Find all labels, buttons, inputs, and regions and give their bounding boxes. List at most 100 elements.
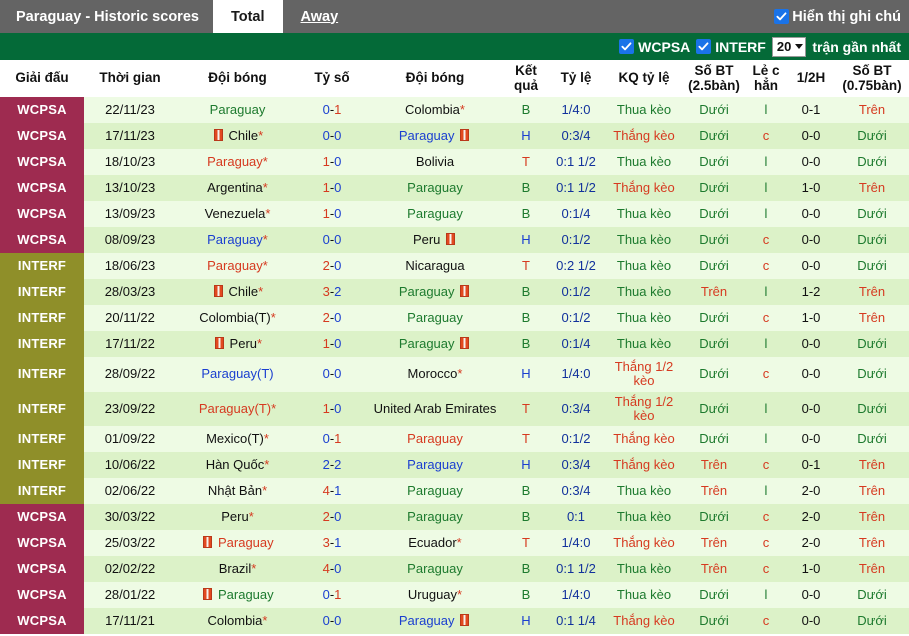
team-name[interactable]: Paraguay — [399, 336, 455, 351]
col-header-handicap[interactable]: Tỷ lệ — [547, 60, 605, 98]
table-row[interactable]: INTERF 23/09/22 Paraguay(T)* 1-0 United Arab… — [0, 391, 909, 427]
team-name[interactable]: Paraguay — [407, 457, 463, 472]
league-badge[interactable]: WCPSA — [0, 556, 84, 583]
away-team-cell[interactable]: Paraguay — [365, 201, 505, 228]
away-team-cell[interactable]: Paraguay — [365, 608, 505, 635]
col-header-half-time[interactable]: 1/2H — [787, 60, 835, 98]
league-badge[interactable]: WCPSA — [0, 608, 84, 635]
home-team-cell[interactable]: Venezuela* — [176, 201, 299, 228]
team-name[interactable]: Venezuela — [205, 206, 266, 221]
show-notes-control[interactable]: Hiển thị ghi chú — [774, 0, 909, 33]
home-team-cell[interactable]: Colombia* — [176, 608, 299, 635]
league-badge[interactable]: INTERF — [0, 478, 84, 505]
team-name[interactable]: Paraguay(T) — [199, 401, 271, 416]
col-header-total-075[interactable]: Số BT (0.75bàn) — [835, 60, 909, 98]
table-row[interactable]: WCPSA 17/11/21 Colombia* 0-0 Paraguay H 0:1 1… — [0, 608, 909, 635]
col-header-odd-even[interactable]: Lẻ c hẳn — [745, 60, 787, 98]
league-badge[interactable]: WCPSA — [0, 227, 84, 254]
col-header-time[interactable]: Thời gian — [84, 60, 176, 98]
table-row[interactable]: WCPSA 22/11/23 Paraguay 0-1 Colombia* B 1/4:0 T… — [0, 97, 909, 124]
away-team-cell[interactable]: Paraguay — [365, 452, 505, 479]
team-name[interactable]: Uruguay — [408, 587, 457, 602]
table-row[interactable]: WCPSA 18/10/23 Paraguay* 1-0 Bolivia T 0:1 1/2… — [0, 149, 909, 176]
team-name[interactable]: Morocco — [408, 366, 458, 381]
team-name[interactable]: Paraguay — [407, 483, 463, 498]
away-team-cell[interactable]: Paraguay — [365, 175, 505, 202]
team-name[interactable]: Paraguay(T) — [201, 366, 273, 381]
team-name[interactable]: Argentina — [207, 180, 263, 195]
away-team-cell[interactable]: Paraguay — [365, 123, 505, 150]
away-team-cell[interactable]: Peru — [365, 227, 505, 254]
team-name[interactable]: Paraguay — [407, 561, 463, 576]
team-name[interactable]: Paraguay — [218, 535, 274, 550]
col-header-handicap-result[interactable]: KQ tỷ lệ — [605, 60, 683, 98]
home-team-cell[interactable]: Argentina* — [176, 175, 299, 202]
table-row[interactable]: WCPSA 08/09/23 Paraguay* 0-0 Peru H 0:1/2 Thua… — [0, 227, 909, 254]
table-row[interactable]: WCPSA 30/03/22 Peru* 2-0 Paraguay B 0:1 Thua kè… — [0, 504, 909, 531]
league-badge[interactable]: WCPSA — [0, 504, 84, 531]
interf-checkbox[interactable] — [696, 39, 712, 54]
home-team-cell[interactable]: Mexico(T)* — [176, 426, 299, 453]
team-name[interactable]: Nicaragua — [405, 258, 464, 273]
away-team-cell[interactable]: Paraguay — [365, 279, 505, 306]
team-name[interactable]: Bolivia — [416, 154, 454, 169]
league-badge[interactable]: WCPSA — [0, 149, 84, 176]
home-team-cell[interactable]: Paraguay* — [176, 227, 299, 254]
team-name[interactable]: Paraguay — [407, 310, 463, 325]
home-team-cell[interactable]: Paraguay — [176, 582, 299, 609]
col-header-result[interactable]: Kết quả — [505, 60, 547, 98]
table-row[interactable]: INTERF 17/11/22 Peru* 1-0 Paraguay B 0:1/4 Th… — [0, 331, 909, 358]
team-name[interactable]: Brazil — [219, 561, 252, 576]
tab-away[interactable]: Away — [283, 0, 357, 33]
home-team-cell[interactable]: Brazil* — [176, 556, 299, 583]
show-notes-checkbox[interactable] — [774, 9, 790, 24]
team-name[interactable]: Nhật Bản — [208, 483, 262, 498]
league-badge[interactable]: WCPSA — [0, 201, 84, 228]
col-header-away-team[interactable]: Đội bóng — [365, 60, 505, 98]
away-team-cell[interactable]: Paraguay — [365, 331, 505, 358]
table-row[interactable]: INTERF 20/11/22 Colombia(T)* 2-0 Paraguay B 0:… — [0, 305, 909, 332]
league-badge[interactable]: INTERF — [0, 357, 84, 392]
match-count-select[interactable]: 20 — [771, 36, 807, 57]
team-name[interactable]: United Arab Emirates — [374, 401, 497, 416]
team-name[interactable]: Paraguay — [399, 613, 455, 628]
home-team-cell[interactable]: Peru* — [176, 504, 299, 531]
table-row[interactable]: WCPSA 25/03/22 Paraguay 3-1 Ecuador* T 1/4:0 T… — [0, 530, 909, 557]
league-badge[interactable]: INTERF — [0, 452, 84, 479]
table-row[interactable]: WCPSA 02/02/22 Brazil* 4-0 Paraguay B 0:1 1/2 T… — [0, 556, 909, 583]
table-row[interactable]: INTERF 02/06/22 Nhật Bản* 4-1 Paraguay B 0:3/4… — [0, 478, 909, 505]
wcpsa-checkbox[interactable] — [619, 39, 635, 54]
home-team-cell[interactable]: Hàn Quốc* — [176, 452, 299, 479]
team-name[interactable]: Colombia(T) — [199, 310, 271, 325]
table-row[interactable]: WCPSA 17/11/23 Chile* 0-0 Paraguay H 0:3/4 Th… — [0, 123, 909, 150]
league-badge[interactable]: INTERF — [0, 331, 84, 358]
team-name[interactable]: Paraguay — [207, 154, 263, 169]
table-row[interactable]: INTERF 01/09/22 Mexico(T)* 0-1 Paraguay T 0:1/… — [0, 426, 909, 453]
table-row[interactable]: WCPSA 28/01/22 Paraguay 0-1 Uruguay* B 1/4:0 T… — [0, 582, 909, 609]
away-team-cell[interactable]: Colombia* — [365, 97, 505, 124]
col-header-total-25[interactable]: Số BT (2.5bàn) — [683, 60, 745, 98]
col-header-score[interactable]: Tỷ số — [299, 60, 365, 98]
col-header-league[interactable]: Giải đấu — [0, 60, 84, 98]
team-name[interactable]: Paraguay — [407, 431, 463, 446]
league-badge[interactable]: INTERF — [0, 279, 84, 306]
home-team-cell[interactable]: Paraguay(T) — [176, 357, 299, 392]
away-team-cell[interactable]: Paraguay — [365, 478, 505, 505]
home-team-cell[interactable]: Peru* — [176, 331, 299, 358]
league-badge[interactable]: INTERF — [0, 305, 84, 332]
league-badge[interactable]: WCPSA — [0, 123, 84, 150]
away-team-cell[interactable]: Paraguay — [365, 305, 505, 332]
team-name[interactable]: Paraguay — [399, 284, 455, 299]
team-name[interactable]: Ecuador — [408, 535, 456, 550]
league-badge[interactable]: WCPSA — [0, 97, 84, 124]
tab-total[interactable]: Total — [212, 0, 283, 33]
home-team-cell[interactable]: Paraguay — [176, 530, 299, 557]
team-name[interactable]: Paraguay — [207, 232, 263, 247]
away-team-cell[interactable]: Paraguay — [365, 426, 505, 453]
filter-interf[interactable]: INTERF — [696, 39, 766, 55]
away-team-cell[interactable]: Bolivia — [365, 149, 505, 176]
away-team-cell[interactable]: Nicaragua — [365, 253, 505, 280]
team-name[interactable]: Paraguay — [210, 102, 266, 117]
home-team-cell[interactable]: Paraguay* — [176, 253, 299, 280]
league-badge[interactable]: WCPSA — [0, 582, 84, 609]
